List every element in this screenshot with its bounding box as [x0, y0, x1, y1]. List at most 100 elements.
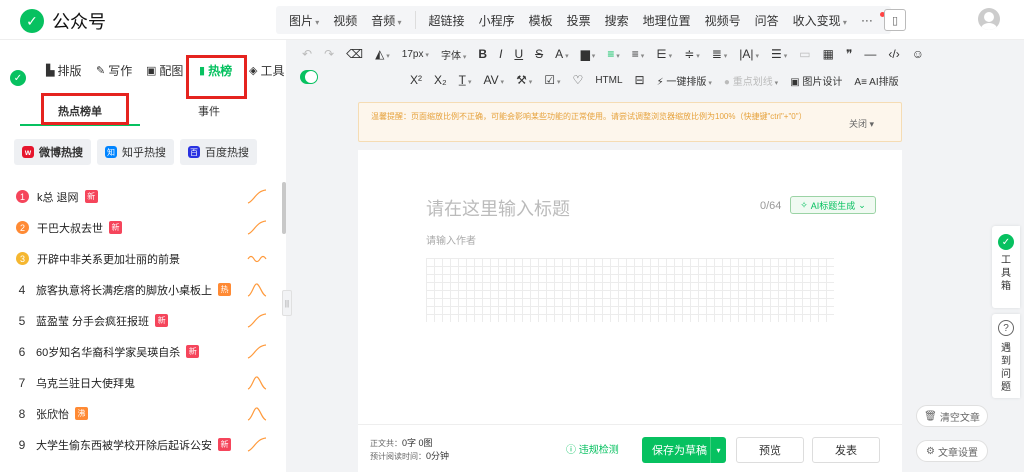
panel-toggle[interactable]: [300, 70, 318, 84]
hot-item[interactable]: 3 开辟中非关系更加壮丽的前景: [0, 243, 280, 274]
menu-item[interactable]: 小程序: [472, 12, 522, 29]
menu-item[interactable]: 视频: [326, 12, 364, 29]
rank: 3: [16, 252, 29, 265]
letter-spacing-icon[interactable]: |A|: [739, 47, 759, 61]
menu-item[interactable]: 图片: [282, 12, 326, 29]
menu-item[interactable]: 问答: [748, 12, 786, 29]
italic-icon[interactable]: I: [499, 47, 502, 61]
tab-tools[interactable]: ◈ 工具: [249, 62, 284, 79]
template-icon[interactable]: ⊟: [635, 73, 645, 87]
font-color-icon[interactable]: A: [555, 47, 568, 61]
hot-item[interactable]: 9 大学生偷东西被学校开除后起诉公安新: [0, 429, 280, 460]
hot-item[interactable]: 7 乌克兰驻日大使拜鬼: [0, 367, 280, 398]
notice-close-button[interactable]: 关闭 ▾: [849, 117, 874, 130]
font-family-select[interactable]: 字体: [441, 47, 466, 62]
image-design[interactable]: ▣ 图片设计: [790, 73, 842, 88]
author-input[interactable]: 请输入作者: [426, 232, 476, 247]
html-icon[interactable]: HTML: [595, 75, 622, 86]
redo-icon[interactable]: ↷: [324, 47, 334, 61]
menu-item[interactable]: 搜索: [598, 12, 636, 29]
font-adjust-icon[interactable]: AV: [483, 73, 504, 87]
fill-color-icon[interactable]: ◭: [375, 47, 390, 61]
hot-tag: 热: [218, 283, 231, 296]
clear-article-button[interactable]: 🗑 清空文章: [916, 405, 988, 427]
publish-button[interactable]: 发表: [812, 437, 880, 463]
highlight-line[interactable]: ● 重点划线: [724, 73, 778, 88]
one-click-layout[interactable]: ⚡ 一键排版: [657, 73, 712, 88]
format-painter-icon[interactable]: ⌫: [346, 47, 363, 61]
hot-title: 大学生偷东西被学校开除后起诉公安: [36, 439, 212, 452]
align-center-icon[interactable]: ≡: [632, 47, 644, 61]
clear-format-icon[interactable]: T̲: [459, 73, 472, 87]
hot-item[interactable]: 6 60岁知名华裔科学家吴瑛自杀新: [0, 336, 280, 367]
hot-item[interactable]: 1 k总 退网新: [0, 181, 280, 212]
source-icon: 百: [188, 146, 200, 158]
title-input[interactable]: 请在这里输入标题: [426, 195, 570, 221]
toolbox-tab[interactable]: ✓ 工具箱: [992, 226, 1020, 308]
superscript-icon[interactable]: X²: [410, 73, 422, 87]
menu-item[interactable]: 收入变现: [786, 12, 854, 29]
avatar[interactable]: [978, 8, 1000, 30]
divider-style-icon[interactable]: ▭: [799, 47, 810, 61]
trend-line: [247, 220, 267, 235]
magic-wand-icon[interactable]: ⚒: [516, 73, 532, 87]
tab-image[interactable]: ▣ 配图: [146, 62, 183, 79]
table-icon[interactable]: ▦: [823, 47, 834, 61]
strikethrough-icon[interactable]: S: [535, 47, 543, 61]
collapse-handle[interactable]: ||: [282, 290, 292, 316]
underline-icon[interactable]: U: [514, 47, 523, 61]
background-color-icon[interactable]: ▆: [581, 47, 596, 61]
emoji-icon[interactable]: ☺: [912, 47, 924, 61]
tab-write[interactable]: ✎ 写作: [96, 62, 132, 79]
ai-title-button[interactable]: ✧ AI标题生成 ⌄: [790, 196, 876, 214]
paragraph-spacing-icon[interactable]: ≣: [712, 47, 728, 61]
heart-icon[interactable]: ♡: [573, 73, 584, 87]
menu-item[interactable]: 地理位置: [636, 12, 698, 29]
subscript-icon[interactable]: X₂: [434, 73, 447, 87]
article-settings-button[interactable]: ⚙ 文章设置: [916, 440, 988, 462]
hot-item[interactable]: 4 旅客执意将长满疙瘩的脚放小桌板上热: [0, 274, 280, 305]
preview-button[interactable]: 预览: [736, 437, 804, 463]
trend-line: [247, 344, 267, 359]
line-height-icon[interactable]: ≑: [684, 47, 700, 61]
image-insert-icon[interactable]: ☑: [544, 73, 560, 87]
cube-icon: ◈: [249, 65, 258, 77]
menu-item[interactable]: ···: [854, 13, 880, 27]
tab-events[interactable]: 事件: [198, 103, 220, 119]
save-draft-button[interactable]: 保存为草稿 ▾: [642, 437, 726, 463]
hot-item[interactable]: 2 干巴大叔去世新: [0, 212, 280, 243]
hot-item[interactable]: 8 张欣怡沸: [0, 398, 280, 429]
menu-item[interactable]: 模板: [522, 12, 560, 29]
horizontal-rule-icon[interactable]: —: [864, 47, 876, 61]
logo[interactable]: ✓ 公众号: [20, 8, 106, 34]
chevron-down-icon[interactable]: ▾: [710, 437, 726, 463]
menu-item[interactable]: 投票: [560, 12, 598, 29]
quote-icon[interactable]: ❞: [846, 47, 852, 61]
indent-icon[interactable]: ⋿: [656, 47, 672, 61]
undo-icon[interactable]: ↶: [302, 47, 312, 61]
list-icon[interactable]: ☰: [771, 47, 787, 61]
trend-line: [247, 189, 267, 204]
hot-item[interactable]: 5 蓝盈莹 分手会疯狂报班新: [0, 305, 280, 336]
source-tab[interactable]: w 微博热搜: [14, 139, 91, 165]
source-tab[interactable]: 知知乎热搜: [97, 139, 174, 165]
source-tab[interactable]: 百百度热搜: [180, 139, 257, 165]
align-left-icon[interactable]: ≡: [607, 47, 619, 61]
menu-item[interactable]: 视频号: [698, 12, 748, 29]
tab-layout[interactable]: ▙ 排版: [46, 62, 81, 79]
violation-check-button[interactable]: ⓘ 违规检测: [566, 441, 619, 456]
scrollbar[interactable]: [282, 182, 286, 234]
hot-sources: w 微博热搜知知乎热搜百百度热搜: [14, 139, 257, 165]
rank: 6: [18, 344, 26, 359]
ai-layout[interactable]: A≡ AI排版: [854, 73, 898, 88]
help-tab[interactable]: ? 遇到问题: [992, 314, 1020, 398]
content-body[interactable]: [426, 258, 834, 322]
mobile-preview-icon[interactable]: ▯: [884, 9, 906, 31]
menu-item[interactable]: 音频: [364, 12, 408, 29]
font-size-select[interactable]: 17px: [402, 49, 429, 60]
code-icon[interactable]: ‹/›: [888, 47, 899, 61]
bold-icon[interactable]: B: [478, 47, 487, 61]
magic-icon: ✧: [800, 199, 808, 210]
menu-item[interactable]: 超链接: [422, 12, 472, 29]
rank: 8: [18, 406, 26, 421]
